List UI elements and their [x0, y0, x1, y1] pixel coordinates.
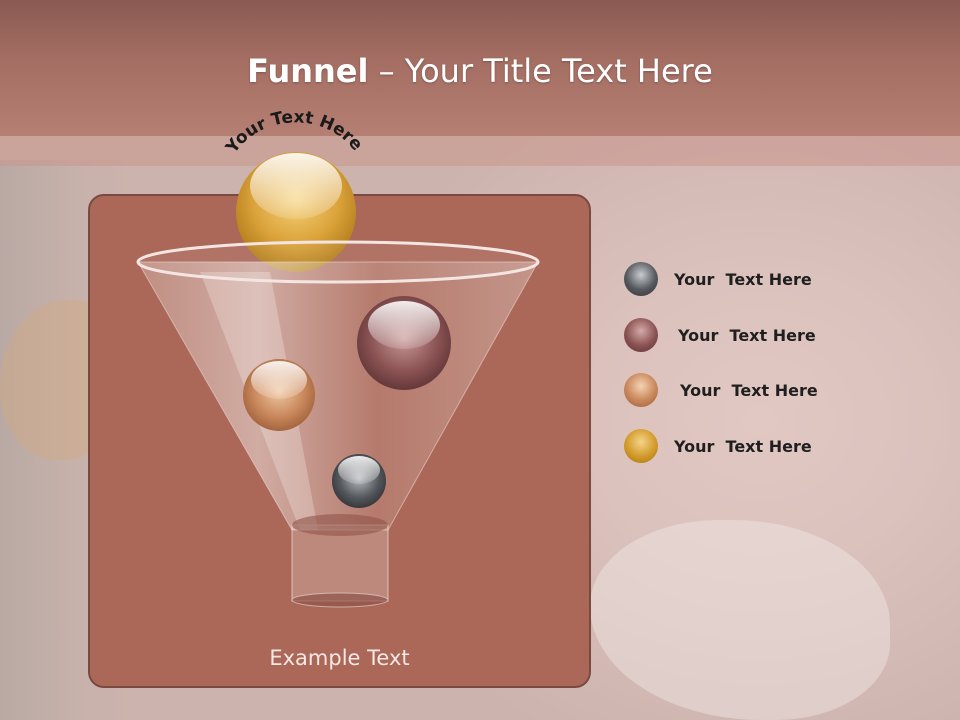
- legend-item: Your Text Here: [624, 373, 818, 407]
- maroon-ball-icon: [357, 296, 451, 390]
- gold-ball-icon: [624, 429, 658, 463]
- gray-ball-icon: [332, 454, 386, 508]
- example-text: Example Text: [269, 646, 410, 670]
- maroon-ball-icon: [624, 318, 658, 352]
- legend-item: Your Text Here: [624, 262, 812, 296]
- legend-item: Your Text Here: [624, 429, 812, 463]
- legend-label: Your Text Here: [678, 325, 816, 345]
- legend-label: Your Text Here: [674, 269, 812, 289]
- legend-label: Your Text Here: [680, 380, 818, 400]
- copper-ball-icon: [243, 359, 315, 431]
- funnel-graphic: Your Text Here: [136, 107, 540, 608]
- legend-label: Your Text Here: [674, 436, 812, 456]
- funnel-spout: [291, 514, 389, 608]
- gray-ball-icon: [624, 262, 658, 296]
- arc-label: Your Text Here: [222, 107, 367, 158]
- legend-item: Your Text Here: [624, 318, 816, 352]
- copper-ball-icon: [624, 373, 658, 407]
